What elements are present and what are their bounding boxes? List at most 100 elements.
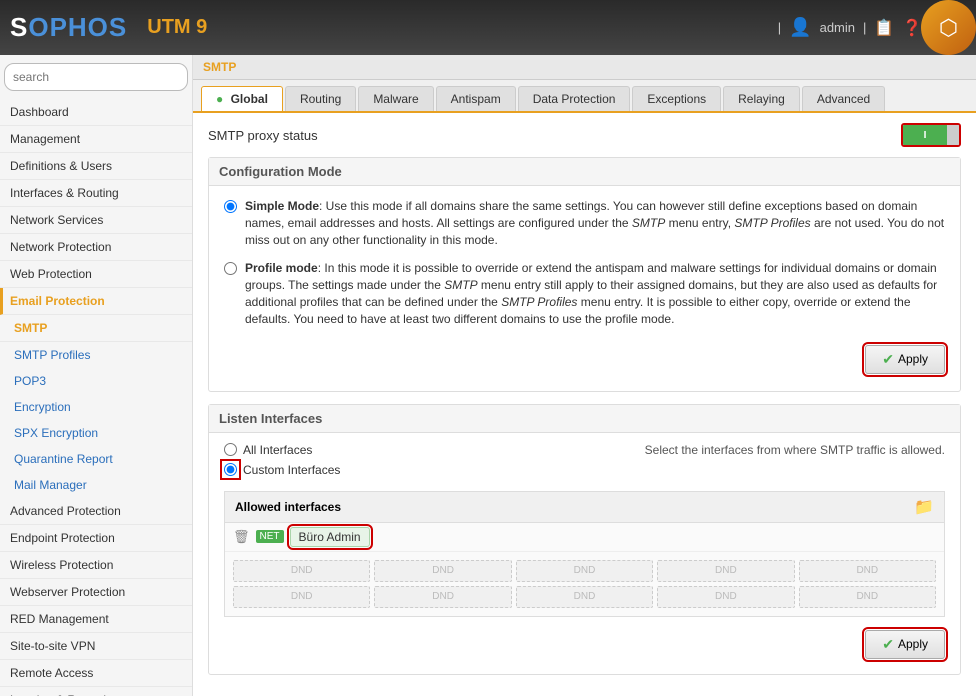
clipboard-icon[interactable]: 📋 xyxy=(874,18,894,38)
profile-mode-option: Profile mode: In this mode it is possibl… xyxy=(224,260,945,327)
configuration-section: Configuration Mode Simple Mode: Use this… xyxy=(208,157,961,392)
sophos-logo: SOPHOS xyxy=(10,12,127,43)
apply-label-2: Apply xyxy=(898,637,928,651)
dnd-cell[interactable]: DND xyxy=(374,560,511,582)
dnd-cell[interactable]: DND xyxy=(233,586,370,608)
sidebar-item-4[interactable]: Network Services xyxy=(0,207,192,234)
user-icon: 👤 xyxy=(789,17,811,38)
layout: DashboardManagementDefinitions & UsersIn… xyxy=(0,55,976,696)
tab-label: Exceptions xyxy=(647,92,706,106)
sidebar-item-3[interactable]: Interfaces & Routing xyxy=(0,180,192,207)
configuration-header: Configuration Mode xyxy=(209,158,960,186)
sidebar-item-10[interactable]: POP3 xyxy=(0,368,192,394)
sidebar-item-13[interactable]: Quarantine Report xyxy=(0,446,192,472)
apply-row-2: ✔ Apply xyxy=(224,625,945,664)
simple-mode-radio[interactable] xyxy=(224,200,237,213)
tab-routing[interactable]: Routing xyxy=(285,86,356,111)
allowed-label: Allowed interfaces xyxy=(235,500,341,514)
apply-button-2[interactable]: ✔ Apply xyxy=(865,630,945,659)
apply-button-1[interactable]: ✔ Apply xyxy=(865,345,945,374)
help-icon[interactable]: ❓ xyxy=(902,18,922,38)
sidebar-item-11[interactable]: Encryption xyxy=(0,394,192,420)
custom-interfaces-radio[interactable] xyxy=(224,463,237,476)
sidebar-item-2[interactable]: Definitions & Users xyxy=(0,153,192,180)
tab-malware[interactable]: Malware xyxy=(358,86,433,111)
folder-icon[interactable]: 📁 xyxy=(914,497,934,517)
tab-label: Malware xyxy=(373,92,418,106)
interface-radios: All Interfaces Custom Interfaces xyxy=(224,443,340,483)
apply-label-1: Apply xyxy=(898,352,928,366)
trash-icon[interactable]: 🗑 xyxy=(233,529,250,545)
sidebar-item-6[interactable]: Web Protection xyxy=(0,261,192,288)
separator: | xyxy=(778,20,781,35)
sidebar-item-0[interactable]: Dashboard xyxy=(0,99,192,126)
sidebar-item-9[interactable]: SMTP Profiles xyxy=(0,342,192,368)
check-icon-2: ✔ xyxy=(882,636,894,653)
sidebar-item-7[interactable]: Email Protection xyxy=(0,288,192,315)
allowed-item-row: 🗑 NET Büro Admin xyxy=(225,523,944,552)
tab-label: Antispam xyxy=(451,92,501,106)
tab-advanced[interactable]: Advanced xyxy=(802,86,885,111)
listen-note: Select the interfaces from where SMTP tr… xyxy=(645,443,945,457)
profile-mode-radio[interactable] xyxy=(224,262,237,275)
all-interfaces-radio[interactable] xyxy=(224,443,237,456)
tab-relaying[interactable]: Relaying xyxy=(723,86,800,111)
sidebar-item-1[interactable]: Management xyxy=(0,126,192,153)
allowed-header: Allowed interfaces 📁 xyxy=(225,492,944,523)
allowed-interfaces-table: Allowed interfaces 📁 🗑 NET Büro Admin DN… xyxy=(224,491,945,617)
sidebar-item-5[interactable]: Network Protection xyxy=(0,234,192,261)
custom-interfaces-row: Custom Interfaces xyxy=(224,463,340,477)
sidebar-item-20[interactable]: Site-to-site VPN xyxy=(0,633,192,660)
all-interfaces-label: All Interfaces xyxy=(243,443,312,457)
sidebar-item-17[interactable]: Wireless Protection xyxy=(0,552,192,579)
sidebar-item-21[interactable]: Remote Access xyxy=(0,660,192,687)
tab-label: Routing xyxy=(300,92,341,106)
tabs: ● Global Routing Malware Antispam Data Prote… xyxy=(193,80,976,113)
content-area: SMTP proxy status I Configuration Mode S… xyxy=(193,113,976,696)
sidebar-item-19[interactable]: RED Management xyxy=(0,606,192,633)
smtp-toggle[interactable]: I xyxy=(901,123,961,147)
tab-exceptions[interactable]: Exceptions xyxy=(632,86,721,111)
search-input[interactable] xyxy=(4,63,188,91)
listen-section: Listen Interfaces All Interfaces Custom … xyxy=(208,404,961,675)
honeycomb-icon: ⬡ xyxy=(939,15,958,41)
dnd-cell[interactable]: DND xyxy=(657,560,794,582)
separator2: | xyxy=(863,20,866,35)
tab-antispam[interactable]: Antispam xyxy=(436,86,516,111)
allowed-item-name[interactable]: Büro Admin xyxy=(290,527,370,547)
sidebar-item-22[interactable]: Logging & Reporting xyxy=(0,687,192,696)
dnd-cell[interactable]: DND xyxy=(233,560,370,582)
status-row: SMTP proxy status I xyxy=(208,123,961,147)
network-badge: NET xyxy=(256,530,284,543)
username: admin xyxy=(820,20,855,35)
dnd-cell[interactable]: DND xyxy=(799,560,936,582)
sophos-brand-logo: ⬡ xyxy=(921,0,976,55)
sidebar-item-18[interactable]: Webserver Protection xyxy=(0,579,192,606)
header: SOPHOS UTM 9 | 👤 admin | 📋 ❓ ↺ ⚙ ⬡ xyxy=(0,0,976,55)
sidebar-item-15[interactable]: Advanced Protection xyxy=(0,498,192,525)
dnd-cell[interactable]: DND xyxy=(657,586,794,608)
configuration-body: Simple Mode: Use this mode if all domain… xyxy=(209,186,960,391)
profile-mode-title: Profile mode xyxy=(245,261,318,275)
tab-label: Advanced xyxy=(817,92,870,106)
sidebar-item-16[interactable]: Endpoint Protection xyxy=(0,525,192,552)
breadcrumb: SMTP xyxy=(193,55,976,80)
tab-active-icon: ● xyxy=(216,92,227,106)
sidebar-item-14[interactable]: Mail Manager xyxy=(0,472,192,498)
tab-data-protection[interactable]: Data Protection xyxy=(518,86,631,111)
sidebar-item-8[interactable]: SMTP xyxy=(0,315,192,342)
dnd-cell[interactable]: DND xyxy=(516,560,653,582)
utm-logo: UTM 9 xyxy=(147,16,207,39)
listen-header: Listen Interfaces xyxy=(209,405,960,433)
listen-body: All Interfaces Custom Interfaces Select … xyxy=(209,433,960,674)
toggle-on: I xyxy=(903,125,947,145)
tab-global[interactable]: ● Global xyxy=(201,86,283,111)
dnd-cell[interactable]: DND xyxy=(374,586,511,608)
sidebar-item-12[interactable]: SPX Encryption xyxy=(0,420,192,446)
tab-label: Data Protection xyxy=(533,92,616,106)
dnd-cell[interactable]: DND xyxy=(516,586,653,608)
toggle-off xyxy=(947,125,959,145)
main-content: SMTP ● Global Routing Malware Antispam Data … xyxy=(193,55,976,696)
simple-mode-label: Simple Mode: Use this mode if all domain… xyxy=(245,198,945,248)
dnd-cell[interactable]: DND xyxy=(799,586,936,608)
